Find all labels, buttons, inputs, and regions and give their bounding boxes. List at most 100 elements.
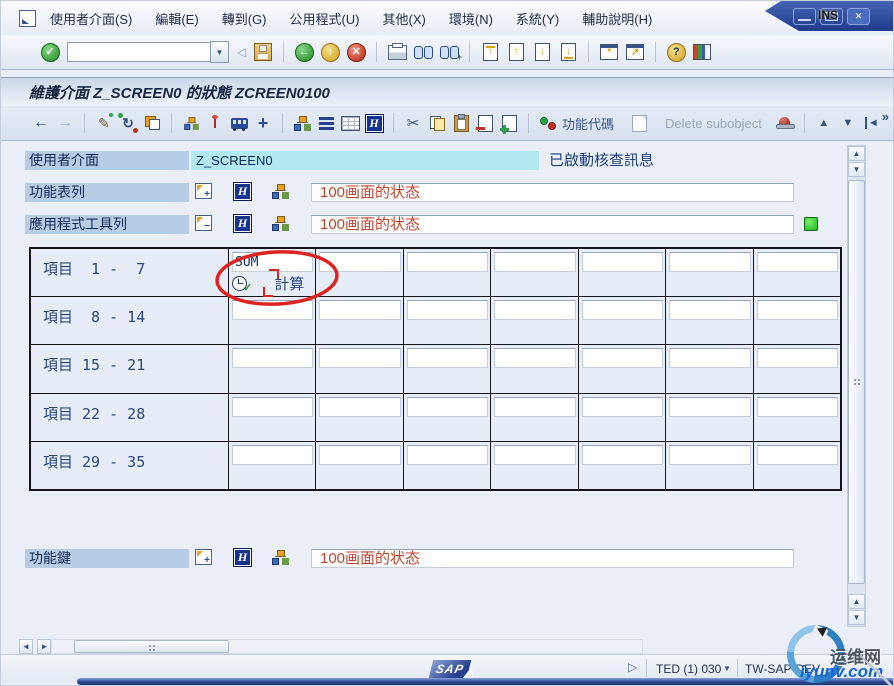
- grid-cell-input[interactable]: [756, 252, 838, 272]
- page-up-button[interactable]: ↑: [503, 39, 529, 65]
- menu-item-edit[interactable]: 編輯(E): [155, 9, 198, 28]
- grid-cell-input[interactable]: [669, 348, 751, 369]
- horizontal-scroll-track[interactable]: [51, 639, 643, 654]
- hierarchy-button[interactable]: [179, 112, 203, 134]
- back-button[interactable]: ←: [291, 39, 317, 65]
- grid-cell-input[interactable]: [232, 348, 314, 369]
- grid-cell-input[interactable]: [494, 300, 576, 321]
- org-chart-button[interactable]: [290, 112, 314, 134]
- horizontal-scroll-thumb[interactable]: [74, 640, 229, 653]
- grid-cell-input[interactable]: [581, 396, 664, 417]
- menu-bar-status-field[interactable]: 100画面的状态: [311, 183, 794, 202]
- vertical-scroll-thumb[interactable]: [848, 180, 865, 584]
- find-next-button[interactable]: +: [436, 39, 462, 65]
- sequence-button[interactable]: [227, 112, 251, 134]
- menu-item-user-interface[interactable]: 使用者介面(S): [50, 9, 132, 28]
- grid-cell-input[interactable]: [232, 396, 314, 417]
- function-code-button[interactable]: [536, 112, 560, 134]
- hat-icon[interactable]: [775, 116, 795, 130]
- info-icon[interactable]: H: [233, 182, 252, 201]
- first-page-button[interactable]: ↑: [477, 39, 503, 65]
- grid-cell-input[interactable]: [669, 300, 751, 321]
- menu-item-goto[interactable]: 轉到(G): [222, 9, 267, 28]
- menu-item-help[interactable]: 輔助說明(H): [582, 9, 652, 28]
- app-toolbar-status-field[interactable]: 100画面的状态: [311, 215, 794, 234]
- function-code-label[interactable]: 功能代碼: [562, 114, 614, 133]
- sort-down-button[interactable]: ▼: [836, 112, 860, 134]
- hierarchy-icon[interactable]: [272, 216, 289, 231]
- grid-cell-input[interactable]: [406, 348, 489, 369]
- grid-cell-input[interactable]: [232, 300, 314, 321]
- grid-cell-input[interactable]: [581, 300, 664, 321]
- info-button[interactable]: H: [362, 112, 386, 134]
- grid-cell-input[interactable]: [319, 300, 401, 321]
- new-session-button[interactable]: *: [596, 39, 622, 65]
- first-record-button[interactable]: ◄: [860, 112, 884, 134]
- test-button[interactable]: [203, 112, 227, 134]
- save-button[interactable]: [250, 39, 276, 65]
- toolbar-collapse-icon[interactable]: ◁: [237, 45, 246, 59]
- grid-cell-input[interactable]: [669, 396, 751, 417]
- scroll-right-button[interactable]: ►: [37, 639, 52, 654]
- expand-node-icon[interactable]: [195, 549, 212, 566]
- regenerate-button[interactable]: ↻: [116, 112, 140, 134]
- page-down-button[interactable]: ↓: [529, 39, 555, 65]
- stack-list-button[interactable]: [314, 112, 338, 134]
- nav-forward-button[interactable]: →: [53, 112, 77, 134]
- grid-cell-input[interactable]: [494, 348, 576, 369]
- grid-cell-input[interactable]: [319, 444, 401, 465]
- grid-cell-input[interactable]: [494, 396, 576, 417]
- table-view-button[interactable]: [338, 112, 362, 134]
- interface-name-field[interactable]: Z_SCREEN0: [191, 151, 539, 170]
- last-page-button[interactable]: ↓: [555, 39, 581, 65]
- command-dropdown-icon[interactable]: ▼: [210, 41, 229, 63]
- scroll-left-button[interactable]: ◄: [19, 639, 33, 654]
- grid-cell-input[interactable]: [494, 444, 576, 465]
- new-page-icon[interactable]: [632, 114, 648, 132]
- delete-row-button[interactable]: [473, 112, 497, 134]
- insert-row-button[interactable]: [497, 112, 521, 134]
- create-shortcut-button[interactable]: ↗: [622, 39, 648, 65]
- grid-cell-input[interactable]: [406, 252, 489, 272]
- hierarchy-icon[interactable]: [272, 184, 289, 199]
- message-expand-icon[interactable]: ▷: [628, 660, 637, 674]
- menu-item-other[interactable]: 其他(X): [383, 9, 426, 28]
- system-menu-icon[interactable]: [19, 9, 36, 27]
- hierarchy-icon[interactable]: [272, 550, 289, 565]
- grid-cell-input[interactable]: [319, 396, 401, 417]
- grid-cell-input[interactable]: [669, 444, 751, 465]
- scroll-up-button[interactable]: ▲: [848, 146, 865, 161]
- status-dropdown-icon[interactable]: ▼: [723, 664, 731, 673]
- edit-button[interactable]: ✎: [92, 112, 116, 134]
- grid-cell-input[interactable]: [756, 396, 838, 417]
- cut-button[interactable]: ✂: [401, 112, 425, 134]
- menu-item-environment[interactable]: 環境(N): [449, 9, 493, 28]
- exit-button[interactable]: ↑: [317, 39, 343, 65]
- grid-cell-input[interactable]: [406, 300, 489, 321]
- grid-cell-input[interactable]: [756, 348, 838, 369]
- grid-cell-input[interactable]: [581, 252, 664, 272]
- grid-cell-input[interactable]: [406, 444, 489, 465]
- help-button[interactable]: ?: [663, 39, 689, 65]
- menu-item-utilities[interactable]: 公用程式(U): [289, 9, 359, 28]
- grid-cell-input[interactable]: [319, 252, 401, 272]
- grid-cell-input[interactable]: [669, 252, 751, 272]
- expand-node-icon[interactable]: [195, 183, 212, 200]
- grid-cell-input[interactable]: [756, 444, 838, 465]
- sort-up-button[interactable]: ▲: [812, 112, 836, 134]
- toolbar-overflow-button[interactable]: »: [882, 109, 889, 124]
- customize-layout-button[interactable]: [689, 39, 715, 65]
- scroll-down-button[interactable]: ▼: [848, 162, 865, 177]
- print-button[interactable]: [384, 39, 410, 65]
- function-keys-status-field[interactable]: 100画面的状态: [311, 549, 794, 568]
- grid-cell-input[interactable]: [232, 444, 314, 465]
- grid-cell-input[interactable]: [406, 396, 489, 417]
- nav-back-button[interactable]: ←: [29, 112, 53, 134]
- cancel-button[interactable]: ✕: [343, 39, 369, 65]
- copy-button[interactable]: [425, 112, 449, 134]
- scroll-down-button[interactable]: ▼: [848, 610, 865, 625]
- info-icon[interactable]: H: [233, 214, 252, 233]
- collapse-node-icon[interactable]: [195, 215, 212, 232]
- grid-cell-input[interactable]: [581, 348, 664, 369]
- menu-item-system[interactable]: 系統(Y): [516, 9, 559, 28]
